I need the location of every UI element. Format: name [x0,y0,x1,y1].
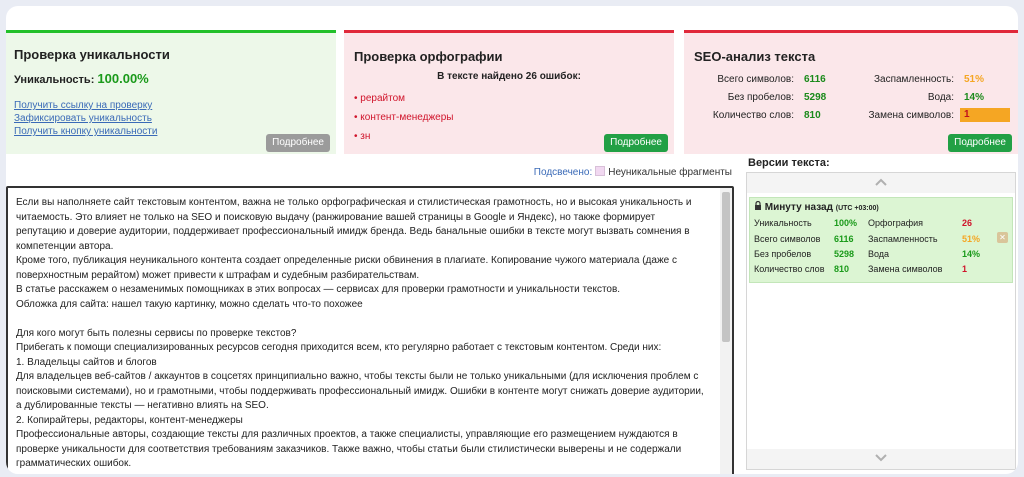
seo-more-button[interactable]: Подробнее [948,134,1012,152]
v-total-label: Всего символов [754,234,821,244]
seo-total-chars-label: Всего символов: [717,74,794,85]
seo-spam-value: 51% [964,74,985,85]
chevron-down-icon[interactable] [747,449,1015,469]
seo-word-count-label: Количество слов: [712,110,794,121]
v-water-value: 14% [962,249,981,259]
text-line: компетенции автора. [16,240,114,252]
text-line: поверхностным рерайтом) может привести к… [16,269,420,281]
seo-word-count-value: 810 [804,110,821,121]
text-line: 2. Копирайтеры, редакторы, контент-менед… [16,414,243,426]
v-words-value: 810 [834,264,850,274]
text-line: поисковыми системами), но и грамотными, … [16,385,704,397]
v-replace-value: 1 [962,264,968,274]
text-line: Обложка для сайта: нашел такую картинку,… [16,298,363,310]
uniqueness-links: Получить ссылку на проверку Зафиксироват… [14,99,157,138]
text-line: В статье расскажем о незаменимых помощни… [16,284,621,295]
highlight-legend-text: Неуникальные фрагменты [608,167,732,178]
seo-title: SEO-анализ текста [694,49,816,64]
versions-title: Версии текста: [748,157,830,169]
seo-no-spaces-value: 5298 [804,92,827,103]
text-line: Для владельцев веб-сайтов / аккаунтов в … [16,371,699,382]
v-spell-value: 26 [962,218,973,228]
v-uniq-label: Уникальность [754,218,812,228]
spelling-summary: В тексте найдено 26 ошибок: [437,71,581,82]
nonunique-swatch [595,166,606,176]
fix-uniqueness-link[interactable]: Зафиксировать уникальность [14,112,157,125]
text-line: репутацию и доверие аудитории, поддержив… [16,226,690,237]
spelling-error-item[interactable]: • рерайтом [354,89,453,108]
highlight-legend: Подсвечено: Неуникальные фрагменты [534,166,732,178]
seo-replace-label: Замена символов: [868,110,954,121]
spelling-more-button[interactable]: Подробнее [604,134,668,152]
text-line: Для кого могут быть полезны сервисы по п… [16,327,297,339]
spelling-errors: • рерайтом • контент-менеджеры • зн [354,89,453,146]
seo-no-spaces-label: Без пробелов: [727,92,794,103]
version-time: Минуту назад (UTC +03:00) [754,200,879,213]
seo-water-value: 14% [964,92,985,103]
get-check-link[interactable]: Получить ссылку на проверку [14,99,157,112]
v-replace-label: Замена символов [868,264,943,274]
editor-text[interactable]: Если вы наполняете сайт текстовым контен… [16,196,716,472]
uniqueness-summary: Уникальность: 100.00% [14,71,149,86]
v-spell-label: Орфография [868,218,924,228]
v-spam-value: 51% [962,234,981,244]
text-line: 1. Владельцы сайтов и блогов [16,356,157,368]
scrollbar[interactable] [720,188,732,474]
uniqueness-title: Проверка уникальности [14,47,170,62]
text-line: Если вы наполняете сайт текстовым контен… [16,197,692,208]
text-line: Кроме того, публикация неуникального кон… [16,255,677,266]
text-line: а дублированные тексты — негативно влият… [16,400,269,411]
text-editor[interactable]: Если вы наполняете сайт текстовым контен… [6,186,734,474]
v-words-label: Количество слов [754,264,825,274]
close-icon[interactable]: ✕ [997,232,1008,243]
v-nospace-value: 5298 [834,249,855,259]
text-line: читаемость. Это влияет не только на SEO … [16,211,656,223]
uniqueness-label: Уникальность: [14,74,95,86]
v-water-label: Вода [868,249,890,259]
seo-total-chars-value: 6116 [804,74,826,85]
spelling-card: Проверка орфографии В тексте найдено 26 … [344,30,674,154]
spelling-error-item[interactable]: • контент-менеджеры [354,108,453,127]
version-entry[interactable]: Минуту назад (UTC +03:00) Уникальность 1… [749,197,1013,283]
text-line: проверке уникальности для соответствия т… [16,443,682,455]
get-uniqueness-button-link[interactable]: Получить кнопку уникальности [14,125,157,138]
scrollbar-thumb[interactable] [722,192,730,342]
v-spam-label: Заспамленность [868,234,938,244]
uniqueness-card: Проверка уникальности Уникальность: 100.… [6,30,336,154]
text-line: Профессиональные авторы, создающие текст… [16,429,678,440]
v-uniq-value: 100% [834,218,858,228]
seo-card: SEO-анализ текста Всего символов: 6116 Б… [684,30,1018,154]
spelling-error-item[interactable]: • зн [354,127,453,146]
text-line: грамматических ошибок. [16,458,132,469]
seo-water-label: Вода: [927,92,954,103]
chevron-up-icon[interactable] [747,173,1015,193]
v-nospace-label: Без пробелов [754,249,812,259]
versions-panel: Минуту назад (UTC +03:00) Уникальность 1… [746,172,1016,470]
v-total-value: 6116 [834,234,854,244]
seo-spam-label: Заспамленность: [873,74,954,85]
uniqueness-value: 100.00% [97,71,149,86]
app-window: Проверка уникальности Уникальность: 100.… [6,6,1018,474]
highlight-label: Подсвечено: [533,167,593,178]
lock-icon [754,200,765,213]
uniqueness-more-button[interactable]: Подробнее [266,134,330,152]
seo-replace-value[interactable]: 1 [960,108,1010,122]
text-line [16,312,716,327]
spelling-title: Проверка орфографии [354,49,503,64]
text-line: Прибегать к помощи специализированных ре… [16,342,662,353]
